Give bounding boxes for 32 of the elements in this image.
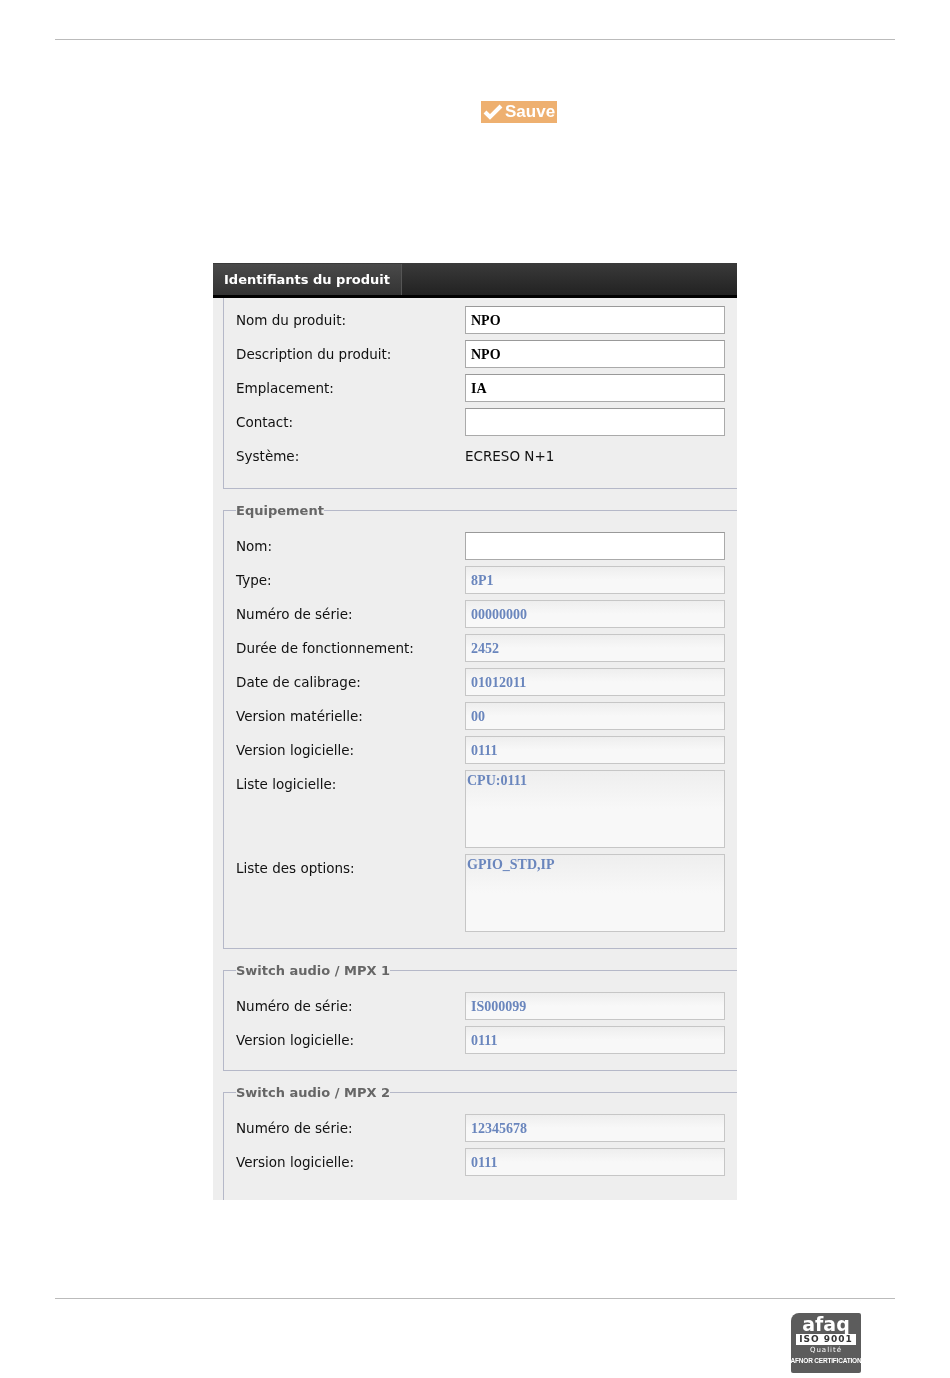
- field-label: Emplacement:: [236, 379, 335, 398]
- field-label: Numéro de série:: [236, 605, 354, 624]
- save-button[interactable]: Sauve: [481, 101, 558, 123]
- field-label: Date de calibrage:: [236, 673, 362, 692]
- field-label: Type:: [236, 571, 273, 590]
- field-label: Numéro de série:: [236, 1119, 354, 1138]
- field-label: Description du produit:: [236, 345, 393, 364]
- section-legend: Switch audio / MPX 2: [236, 1085, 391, 1100]
- section-legend: Equipement: [236, 503, 324, 518]
- field-label: Numéro de série:: [236, 997, 354, 1016]
- input-field[interactable]: [465, 408, 725, 436]
- logo-standard: ISO 9001: [796, 1334, 856, 1345]
- field-label: Version matérielle:: [236, 707, 364, 726]
- input-field[interactable]: NPO: [465, 340, 725, 368]
- logo-wordmark: afaq: [802, 1314, 850, 1334]
- field-label: Système:: [236, 447, 301, 466]
- section-legend: Switch audio / MPX 1: [236, 963, 391, 978]
- field-label: Version logicielle:: [236, 1153, 356, 1172]
- field-label: Version logicielle:: [236, 741, 356, 760]
- input-field[interactable]: NPO: [465, 306, 725, 334]
- field-label: Nom du produit:: [236, 311, 348, 330]
- input-field[interactable]: [465, 532, 725, 560]
- field-label: Liste logicielle:: [236, 775, 338, 794]
- panel-tab[interactable]: Identifiants du produit: [213, 264, 402, 295]
- checkmark-icon: [483, 104, 503, 120]
- field-label: Durée de fonctionnement:: [236, 639, 415, 658]
- field-label: Liste des options:: [236, 859, 356, 878]
- field-label: Nom:: [236, 537, 274, 556]
- field-label: Version logicielle:: [236, 1031, 356, 1050]
- input-field[interactable]: IA: [465, 374, 725, 402]
- field-label: Contact:: [236, 413, 295, 432]
- field-value: ECRESO N+1: [465, 447, 555, 466]
